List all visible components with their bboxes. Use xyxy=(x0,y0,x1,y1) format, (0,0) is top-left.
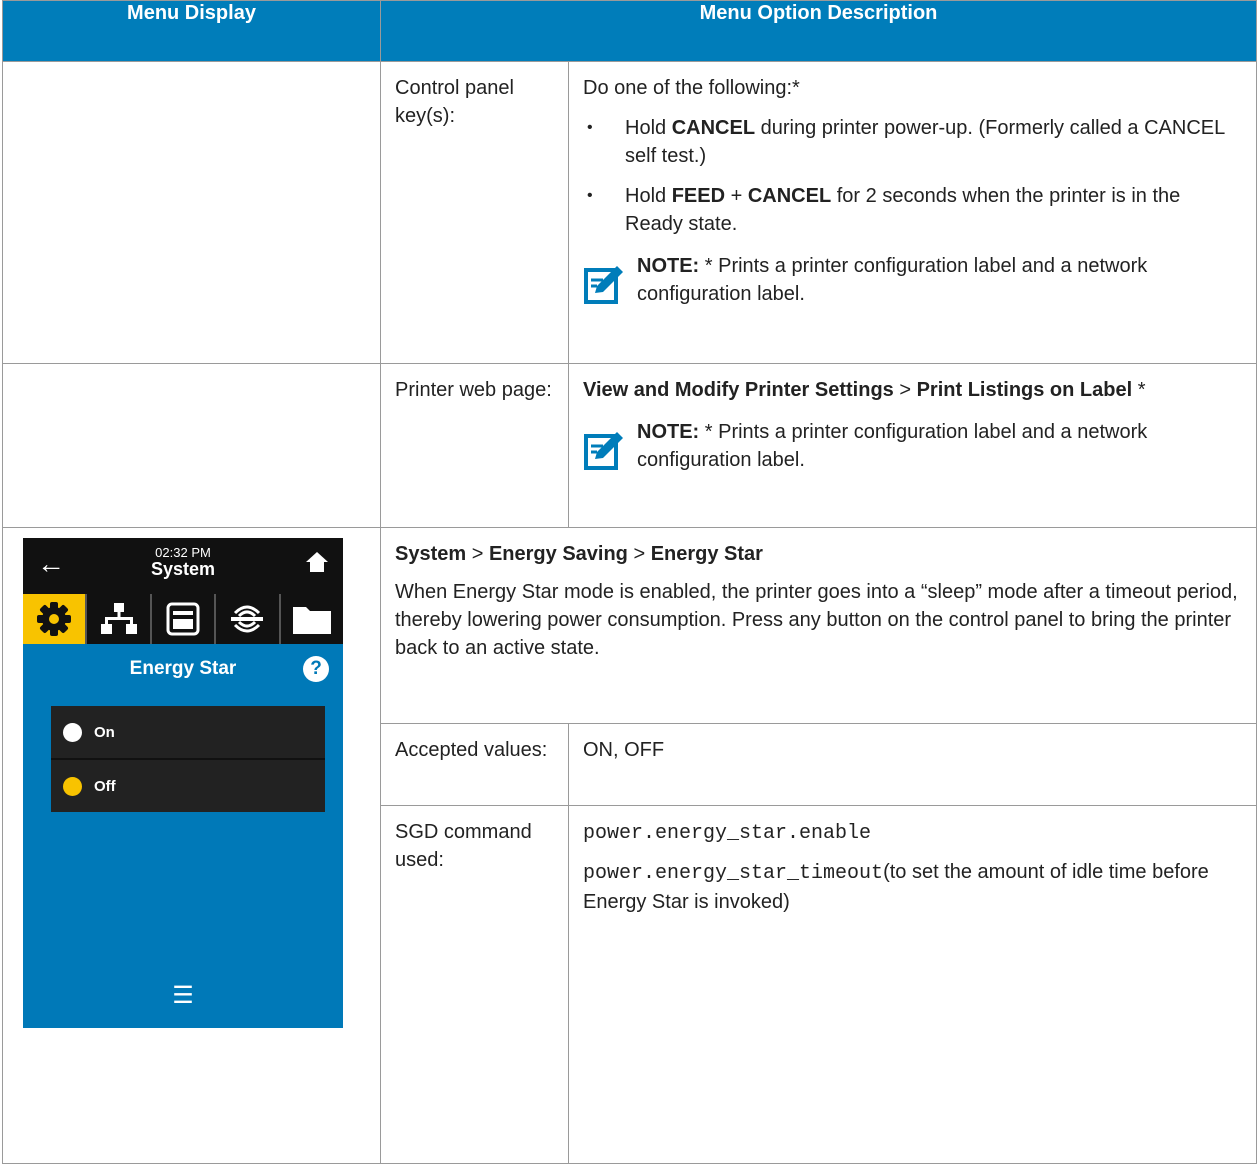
sgd-command: power.energy_star.enable xyxy=(583,822,872,845)
tab-storage[interactable] xyxy=(278,594,343,644)
sgd-command: power.energy_star_timeout xyxy=(583,862,884,885)
help-icon[interactable]: ? xyxy=(303,656,329,682)
option-off[interactable]: Off xyxy=(51,760,325,812)
list-item: • Hold CANCEL during printer power-up. (… xyxy=(583,114,1242,170)
menu-display-cell: ← 02:32 PM System Energy Star ? On Off ☰ xyxy=(2,527,381,1164)
screen-tabs xyxy=(23,594,343,644)
note-block: NOTE: * Prints a printer configuration l… xyxy=(583,252,1242,308)
gear-icon xyxy=(37,602,72,636)
intro-text: Do one of the following:* xyxy=(583,77,800,99)
energy-star-description: When Energy Star mode is enabled, the pr… xyxy=(395,581,1238,659)
header-menu-display: Menu Display xyxy=(2,0,381,62)
empty-cell xyxy=(2,61,381,364)
list-item: • Hold FEED + CANCEL for 2 seconds when … xyxy=(583,182,1242,238)
tab-network[interactable] xyxy=(85,594,149,644)
section-title: Energy Star xyxy=(129,658,237,679)
row-label-control-panel: Control panel key(s): xyxy=(380,61,569,364)
table-row: Printer web page: View and Modify Printe… xyxy=(2,363,1257,528)
note-block: NOTE: * Prints a printer configuration l… xyxy=(583,418,1242,474)
header-menu-option-description: Menu Option Description xyxy=(380,0,1257,62)
network-icon xyxy=(100,603,137,634)
radio-selected-icon xyxy=(63,776,82,796)
empty-cell xyxy=(2,363,381,528)
option-label: Off xyxy=(94,777,116,795)
radio-on-icon xyxy=(63,722,82,742)
bullet: • xyxy=(587,119,593,136)
printer-icon xyxy=(166,602,200,636)
options-list: On Off xyxy=(51,706,325,812)
table-row: Control panel key(s): Do one of the foll… xyxy=(2,61,1257,364)
menu-icon[interactable]: ☰ xyxy=(23,981,343,1010)
row-desc-energy-star: System > Energy Saving > Energy Star Whe… xyxy=(380,527,1257,724)
option-label: On xyxy=(94,723,115,741)
section-header: Energy Star ? xyxy=(23,644,343,694)
device-screen: ← 02:32 PM System Energy Star ? On Off ☰ xyxy=(23,538,343,1028)
bullet: • xyxy=(587,187,593,204)
rfid-icon xyxy=(231,605,264,633)
table-row: ← 02:32 PM System Energy Star ? On Off ☰… xyxy=(2,527,1257,1164)
screen-top-bar: ← 02:32 PM System xyxy=(23,538,343,594)
menu-path: System > Energy Saving > Energy Star xyxy=(395,543,763,565)
row-desc-web-page: View and Modify Printer Settings > Print… xyxy=(568,363,1257,528)
row-desc-control-panel: Do one of the following:* • Hold CANCEL … xyxy=(568,61,1257,364)
tab-system[interactable] xyxy=(23,594,86,644)
note-pencil-icon xyxy=(584,266,623,304)
table-header-row: Menu Display Menu Option Description xyxy=(2,0,1257,62)
note-pencil-icon xyxy=(584,432,623,470)
row-label-accepted: Accepted values: xyxy=(380,723,569,806)
folder-icon xyxy=(292,607,331,634)
screen-time: 02:32 PM xyxy=(155,545,211,560)
home-icon[interactable] xyxy=(305,550,329,574)
row-value-sgd: power.energy_star.enable power.energy_st… xyxy=(568,805,1257,1164)
menu-table: Menu Display Menu Option Description Con… xyxy=(2,0,1257,1164)
option-on[interactable]: On xyxy=(51,706,325,760)
row-value-accepted: ON, OFF xyxy=(568,723,1257,806)
row-label-sgd: SGD command used: xyxy=(380,805,569,1164)
tab-print[interactable] xyxy=(149,594,214,644)
row-label-web-page: Printer web page: xyxy=(380,363,569,528)
screen-title: System xyxy=(150,559,216,579)
tab-rfid[interactable] xyxy=(214,594,278,644)
